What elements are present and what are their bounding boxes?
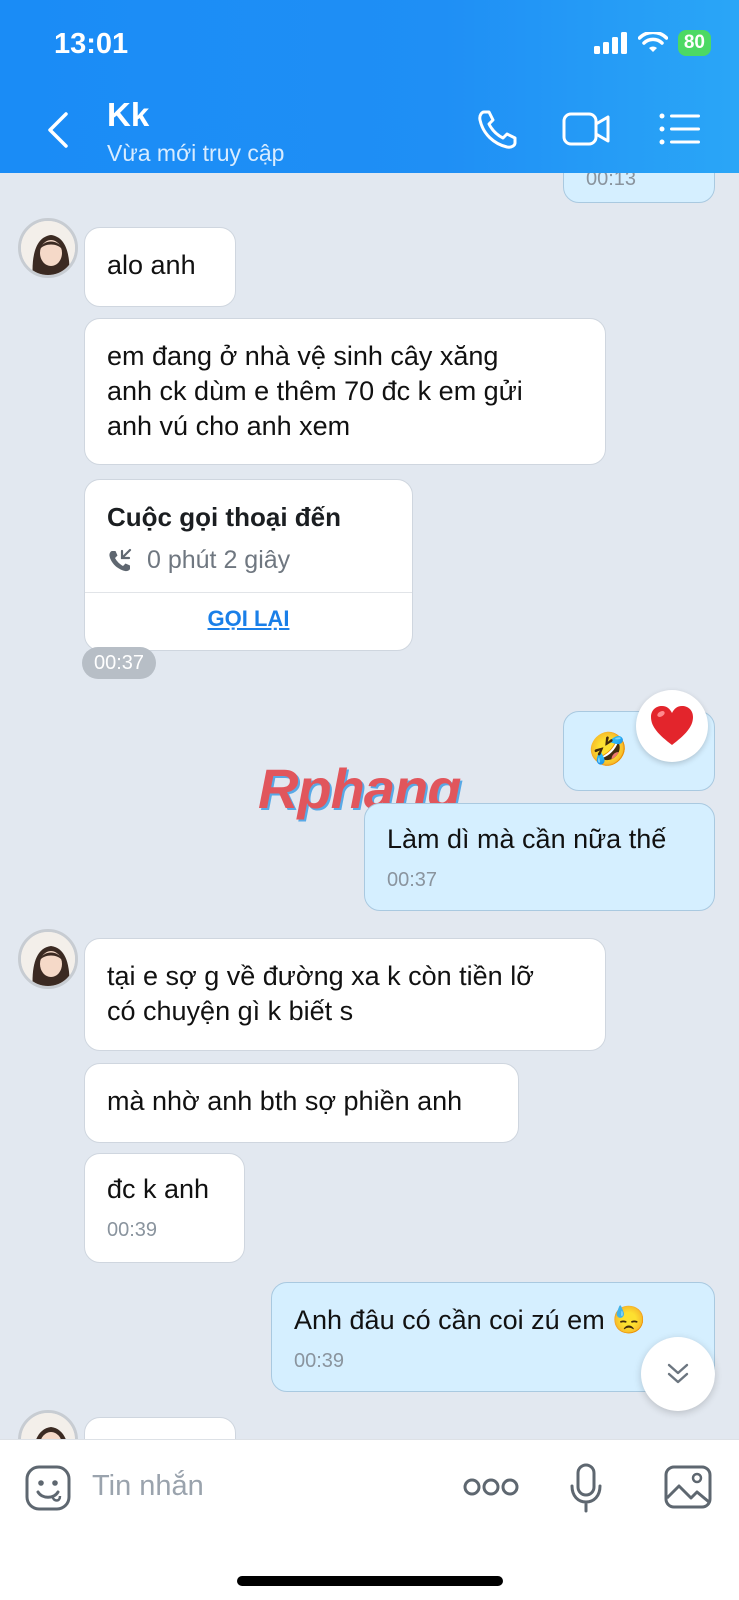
contact-photo-icon [21, 1413, 75, 1439]
image-gallery-button[interactable] [663, 1464, 713, 1510]
menu-list-button[interactable] [656, 106, 706, 152]
message-text: em đang ở nhà vệ sinh cây xăng anh ck dù… [107, 341, 523, 441]
heart-icon [651, 706, 693, 745]
message-bubble-incoming[interactable] [84, 1417, 236, 1439]
message-text: Làm dì mà cần nữa thế [387, 824, 667, 854]
incoming-call-card[interactable]: Cuộc gọi thoại đến 0 phút 2 giây GỌI LẠI [84, 479, 413, 651]
avatar[interactable] [18, 218, 78, 278]
avatar[interactable] [18, 1410, 78, 1439]
contact-photo-icon [21, 932, 75, 986]
message-text: alo anh [107, 250, 196, 280]
message-bubble-incoming[interactable]: em đang ở nhà vệ sinh cây xăng anh ck dù… [84, 318, 606, 465]
call-back-button[interactable]: GỌI LẠI [85, 606, 412, 632]
divider [85, 592, 412, 593]
composer-bar: Tin nhắn [0, 1439, 739, 1600]
status-icons: 80 [593, 30, 711, 56]
wifi-icon [637, 32, 668, 52]
contact-name[interactable]: Kk [107, 96, 149, 134]
message-bubble-incoming[interactable]: đc k anh 00:39 [84, 1153, 245, 1263]
message-time: 00:13 [586, 173, 637, 190]
message-bubble-outgoing[interactable]: Làm dì mà cần nữa thế 00:37 [364, 803, 715, 911]
message-time: 00:39 [107, 1219, 158, 1241]
avatar[interactable] [18, 929, 78, 989]
call-duration: 0 phút 2 giây [147, 546, 291, 574]
home-indicator[interactable] [237, 1576, 503, 1586]
call-duration-row: 0 phút 2 giây [107, 546, 290, 575]
message-text: mà nhờ anh bth sợ phiền anh [107, 1086, 463, 1116]
call-title: Cuộc gọi thoại đến [107, 502, 341, 532]
double-chevron-down-icon [667, 1363, 689, 1384]
status-time: 13:01 [54, 28, 129, 60]
message-text: Anh đâu có cần coi zú em 😓 [294, 1305, 646, 1335]
message-list[interactable]: 00:13 alo anh em đang ở nhà vệ sinh cây … [0, 173, 739, 1439]
sticker-button[interactable] [24, 1464, 72, 1512]
message-text: đc k anh [107, 1174, 210, 1204]
message-bubble-incoming[interactable]: tại e sợ g về đường xa k còn tiền lỡ có … [84, 938, 606, 1051]
timestamp-pill: 00:37 [82, 647, 156, 679]
contact-photo-icon [21, 221, 75, 275]
voice-call-button[interactable] [474, 106, 524, 152]
incoming-call-icon [109, 548, 132, 571]
heart-reaction[interactable] [636, 690, 708, 762]
scroll-to-bottom-button[interactable] [641, 1337, 715, 1411]
message-text: tại e sợ g về đường xa k còn tiền lỡ có … [107, 961, 534, 1026]
battery-indicator: 80 [677, 30, 711, 56]
more-options-button[interactable] [463, 1474, 519, 1500]
signal-icon [593, 32, 627, 54]
chat-header: 13:01 80 Kk Vừa mới truy cập [0, 0, 739, 173]
message-bubble-incoming[interactable]: mà nhờ anh bth sợ phiền anh [84, 1063, 519, 1143]
message-time: 00:37 [387, 869, 438, 891]
message-bubble-outgoing[interactable]: 00:13 [563, 173, 715, 203]
contact-status: Vừa mới truy cập [107, 140, 285, 166]
microphone-button[interactable] [568, 1462, 604, 1514]
video-call-button[interactable] [562, 106, 612, 152]
back-button[interactable] [40, 106, 76, 154]
message-bubble-incoming[interactable]: alo anh [84, 227, 236, 307]
message-input[interactable]: Tin nhắn [92, 1470, 204, 1503]
